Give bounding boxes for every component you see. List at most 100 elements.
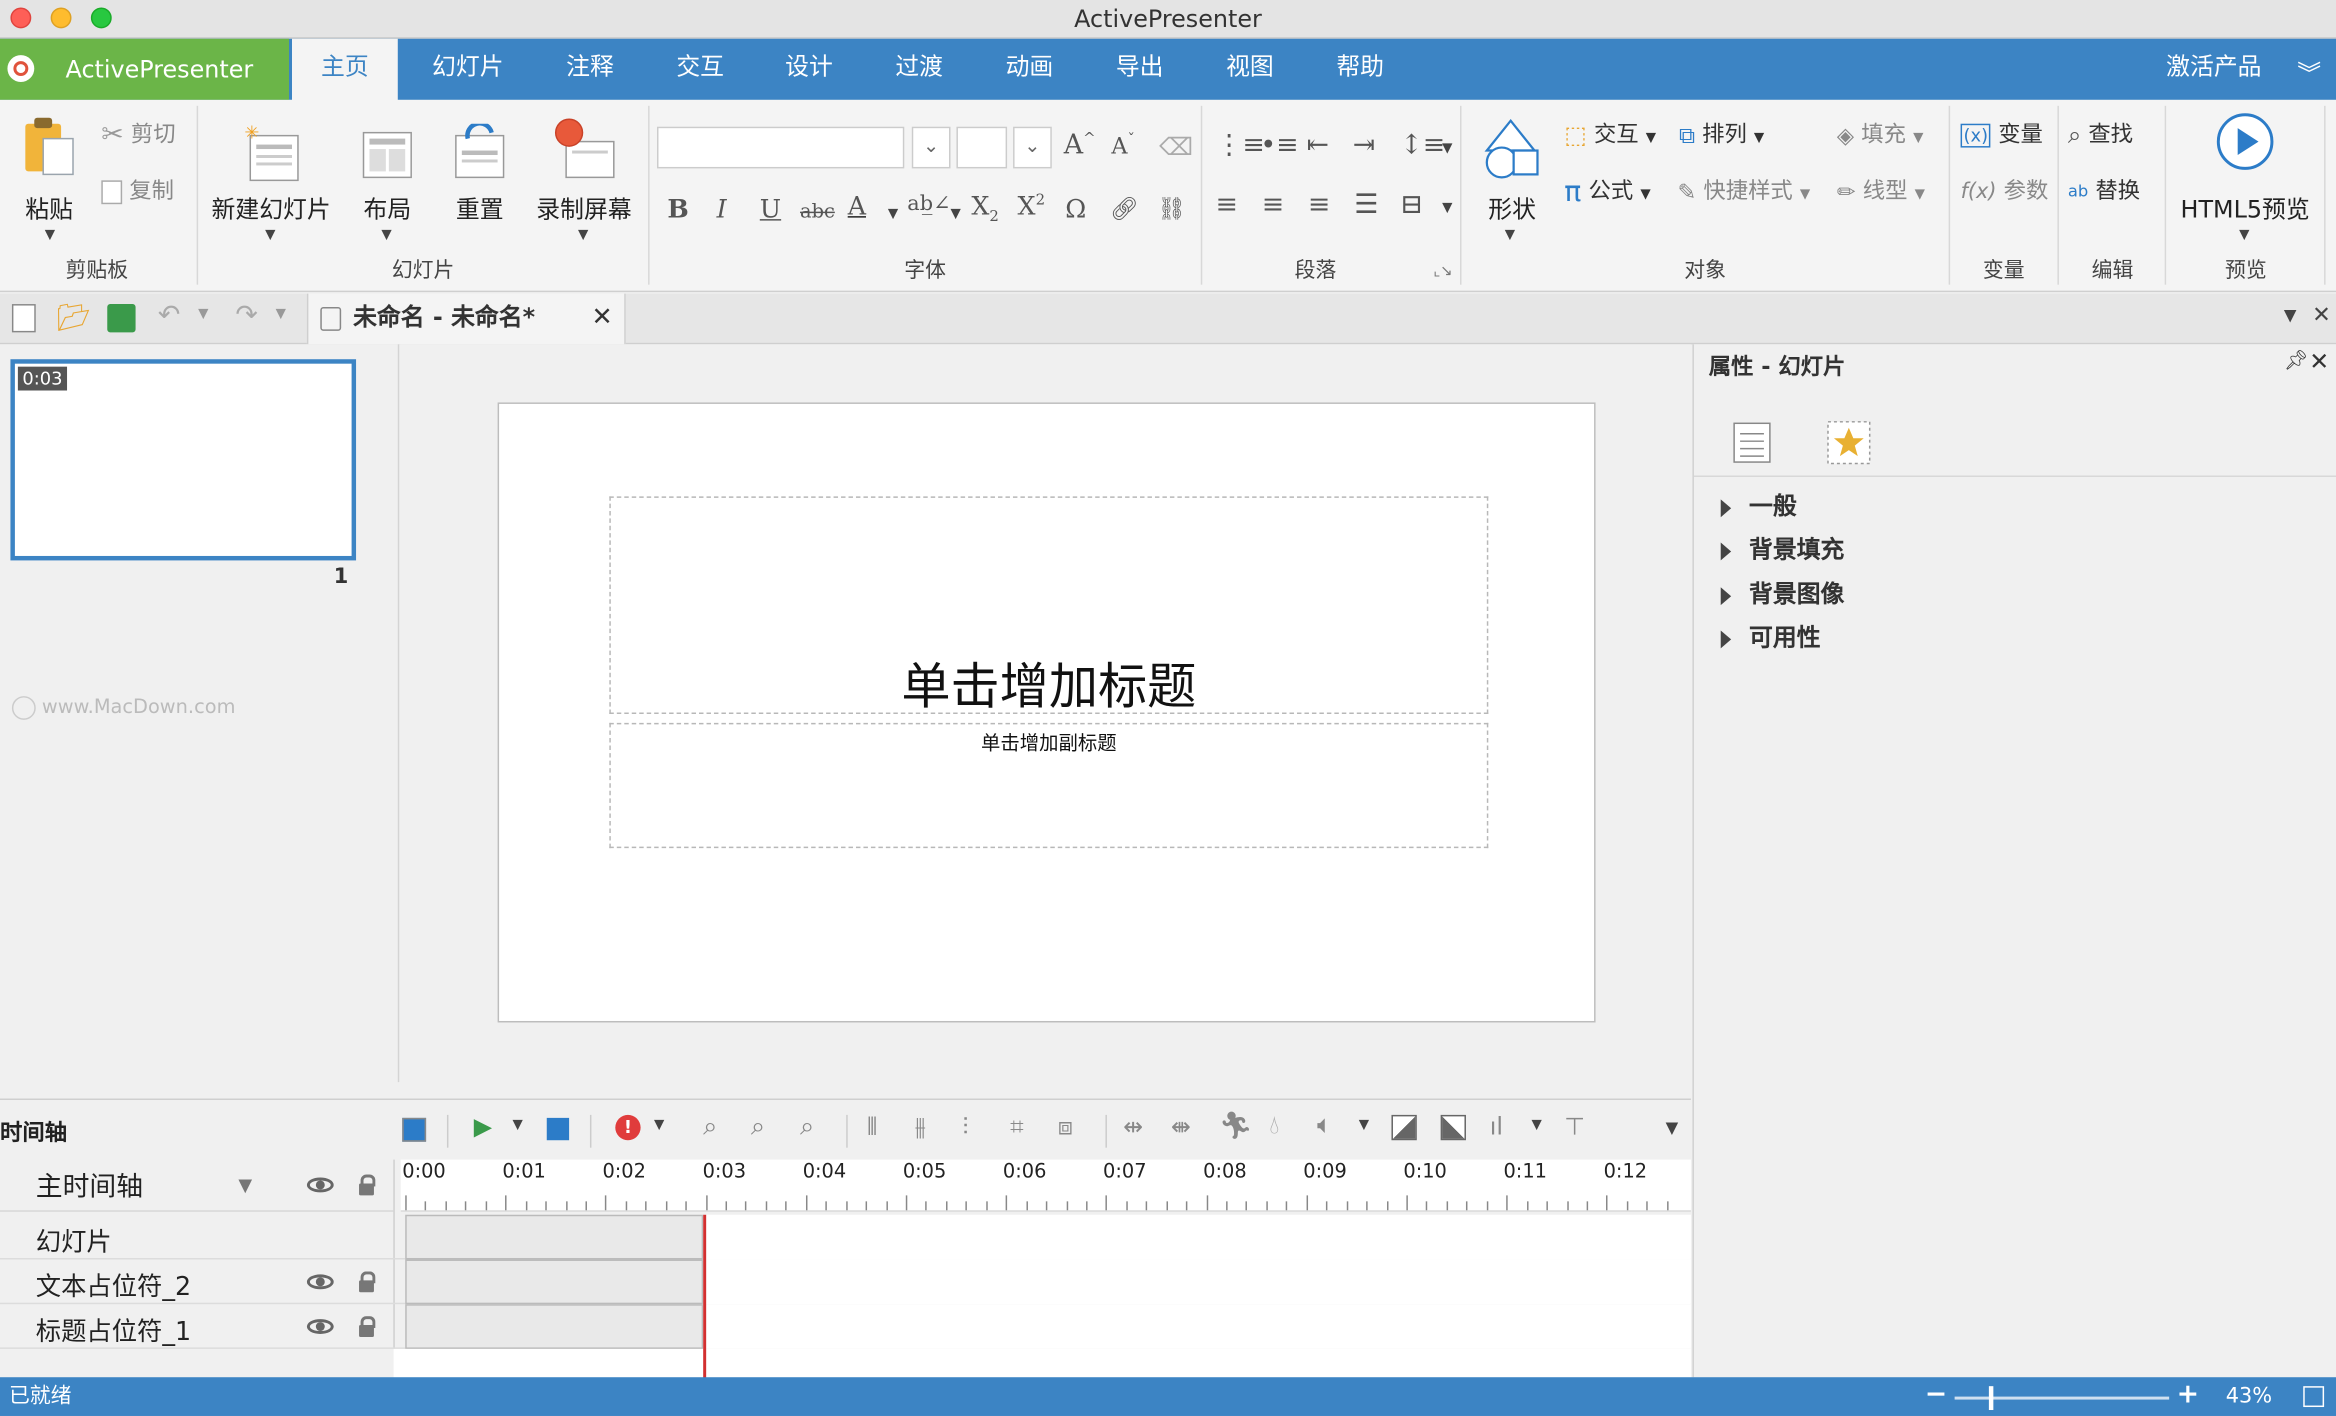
html5-preview-button[interactable]: HTML5预览 ▼: [2175, 109, 2315, 246]
redo-icon[interactable]: ↷: [235, 300, 257, 331]
tab-design[interactable]: 设计: [772, 39, 846, 100]
app-menu-button[interactable]: ActivePresenter: [0, 38, 290, 100]
section-availability[interactable]: 可用性: [1720, 617, 1821, 653]
fill-button[interactable]: ◈ 填充 ▼: [1837, 118, 1923, 149]
bold-button[interactable]: B: [667, 195, 688, 225]
copy-button[interactable]: 复制: [101, 174, 174, 205]
fade-in-icon[interactable]: [1391, 1114, 1417, 1141]
slide-canvas[interactable]: 单击增加标题 单击增加副标题: [497, 402, 1596, 1023]
subscript-icon[interactable]: X2: [971, 192, 999, 225]
superscript-icon[interactable]: X2: [1018, 192, 1046, 222]
undo-icon[interactable]: ↶: [158, 300, 180, 331]
insert-time-icon[interactable]: ⇹: [1123, 1112, 1143, 1140]
main-timeline-dropdown-icon[interactable]: ▼: [238, 1175, 252, 1196]
volume-icon[interactable]: 🔈︎: [1317, 1110, 1332, 1140]
properties-interaction-tab-icon[interactable]: [1825, 419, 1873, 467]
unlock-icon[interactable]: [359, 1316, 376, 1337]
arrange-button[interactable]: ⧉ 排列 ▼: [1679, 118, 1764, 149]
new-slide-button[interactable]: ✳ 新建幻灯片 ▼: [209, 109, 334, 246]
close-panel-icon[interactable]: ✕: [2309, 347, 2329, 375]
shape-dropdown-icon[interactable]: ▼: [1505, 228, 1515, 243]
line-spacing-icon[interactable]: ↕≡: [1400, 130, 1445, 161]
zoom-fit-icon[interactable]: ⌕: [703, 1112, 717, 1142]
font-family-dropdown-icon[interactable]: ⌄: [911, 126, 951, 169]
timeline-row-title-placeholder[interactable]: 标题占位符_1: [0, 1304, 1691, 1349]
paste-button[interactable]: 粘贴 ▼: [12, 109, 86, 246]
preview-dropdown-icon[interactable]: ▼: [2239, 228, 2249, 243]
bullet-list-icon[interactable]: •≡: [1260, 130, 1298, 161]
line-spacing-dropdown-icon[interactable]: ▼: [1442, 142, 1452, 157]
grow-font-icon[interactable]: A^: [1064, 130, 1096, 161]
record-dropdown-icon[interactable]: ▼: [654, 1118, 664, 1133]
strikethrough-button[interactable]: abc: [800, 201, 835, 223]
close-document-icon[interactable]: ✕: [591, 294, 612, 342]
layer-icon[interactable]: [402, 1117, 427, 1142]
interaction-button[interactable]: ⬚ 交互 ▼: [1564, 118, 1656, 149]
variable-button[interactable]: (x) 变量: [1960, 118, 2043, 149]
align-start-icon[interactable]: ⫴: [867, 1112, 877, 1142]
tab-home[interactable]: 主页: [292, 38, 398, 102]
underline-button[interactable]: U: [760, 195, 781, 225]
zoom-slider-thumb[interactable]: [1988, 1386, 1994, 1411]
align-end-icon[interactable]: ⫶: [962, 1112, 968, 1142]
align-left-icon[interactable]: ≡: [1216, 189, 1238, 220]
eye-icon[interactable]: [306, 1177, 334, 1193]
zoom-in-button[interactable]: +: [2177, 1376, 2199, 1415]
timeline-track[interactable]: [703, 1259, 1691, 1305]
tab-interaction[interactable]: 交互: [663, 39, 737, 100]
shrink-font-icon[interactable]: Aˇ: [1111, 133, 1135, 160]
tab-help[interactable]: 帮助: [1323, 39, 1397, 100]
close-window-button[interactable]: [10, 7, 32, 29]
align-center-icon[interactable]: ≡: [1262, 189, 1284, 220]
decrease-indent-icon[interactable]: ⇤: [1307, 130, 1329, 161]
playhead[interactable]: [703, 1214, 706, 1379]
replace-button[interactable]: ab 替换: [2068, 174, 2140, 205]
increase-indent-icon[interactable]: ⇥: [1353, 130, 1375, 161]
parameter-button[interactable]: f(x) 参数: [1961, 174, 2049, 205]
unlock-icon[interactable]: [359, 1271, 376, 1293]
italic-button[interactable]: I: [717, 195, 727, 225]
timeline-track[interactable]: [703, 1304, 1691, 1349]
timeline-track[interactable]: [703, 1214, 1691, 1260]
slide-thumbnail[interactable]: 0:03: [10, 359, 357, 561]
section-background-fill[interactable]: 背景填充: [1720, 529, 1844, 565]
zoom-slider[interactable]: [1954, 1386, 2170, 1411]
tab-export[interactable]: 导出: [1102, 39, 1176, 100]
subtitle-placeholder[interactable]: 单击增加副标题: [609, 722, 1489, 849]
timeline-row-text-placeholder[interactable]: 文本占位符_2: [0, 1259, 1691, 1305]
audio-dropdown-icon[interactable]: ▼: [1532, 1118, 1542, 1133]
minimize-window-button[interactable]: [50, 7, 72, 29]
tab-transitions[interactable]: 过渡: [882, 39, 956, 100]
font-color-dropdown-icon[interactable]: ▼: [888, 207, 898, 222]
highlight-dropdown-icon[interactable]: ▼: [950, 207, 960, 222]
activate-product-button[interactable]: 激活产品: [2154, 39, 2273, 100]
tab-annotate[interactable]: 注释: [553, 39, 627, 100]
paragraph-dialog-launcher-icon[interactable]: ⌞↘: [1433, 264, 1452, 280]
open-folder-icon[interactable]: 📂︎: [57, 303, 91, 334]
zoom-out-button[interactable]: −: [1925, 1376, 1947, 1415]
redo-dropdown-icon[interactable]: ▼: [276, 307, 286, 322]
align-right-icon[interactable]: ≡: [1308, 189, 1330, 220]
fit-to-window-icon[interactable]: [2303, 1386, 2325, 1408]
lock-icon[interactable]: [359, 1174, 376, 1196]
layout-button[interactable]: 布局 ▼: [352, 109, 424, 246]
align-playhead-icon[interactable]: ⫵: [915, 1112, 926, 1142]
eye-icon[interactable]: [306, 1274, 334, 1290]
timeline-options-icon[interactable]: ▼: [1666, 1118, 1679, 1137]
tab-animations[interactable]: 动画: [992, 39, 1066, 100]
vertical-align-dropdown-icon[interactable]: ▼: [1442, 201, 1452, 216]
special-character-icon[interactable]: Ω: [1065, 195, 1086, 225]
section-general[interactable]: 一般: [1720, 486, 1797, 522]
volume-dropdown-icon[interactable]: ▼: [1359, 1118, 1369, 1133]
record-screen-button[interactable]: 录制屏幕 ▼: [530, 109, 637, 246]
zoom-out-icon[interactable]: ⌕: [751, 1112, 765, 1142]
object-duration-bar[interactable]: [405, 1304, 704, 1349]
delete-time-icon[interactable]: ⇼: [1171, 1112, 1191, 1140]
quick-style-button[interactable]: ✎ 快捷样式 ▼: [1678, 174, 1811, 205]
clear-format-icon[interactable]: ⌫: [1159, 133, 1193, 161]
formula-button[interactable]: π 公式 ▼: [1564, 174, 1650, 208]
tab-list-dropdown-icon[interactable]: ▼: [2284, 306, 2297, 325]
line-style-button[interactable]: ✏ 线型 ▼: [1837, 174, 1925, 205]
shape-button[interactable]: 形状 ▼: [1472, 109, 1552, 246]
time-ruler[interactable]: 0:00 0:01 0:02 0:03 0:04 0:05 0:06 0:07 0:08 0:09…: [400, 1159, 1691, 1212]
